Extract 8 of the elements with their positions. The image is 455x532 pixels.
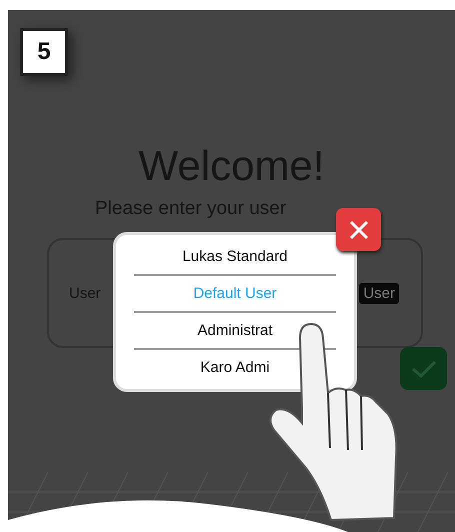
close-button[interactable] xyxy=(336,208,381,251)
menu-item[interactable]: Lukas Standard xyxy=(182,248,288,265)
close-icon xyxy=(348,218,370,240)
menu-item[interactable]: Administrat xyxy=(197,322,273,339)
user-value[interactable]: User xyxy=(359,282,399,304)
check-icon xyxy=(410,358,436,378)
menu-item[interactable]: Karo Admi xyxy=(200,359,270,376)
step-badge: 5 xyxy=(20,28,68,76)
